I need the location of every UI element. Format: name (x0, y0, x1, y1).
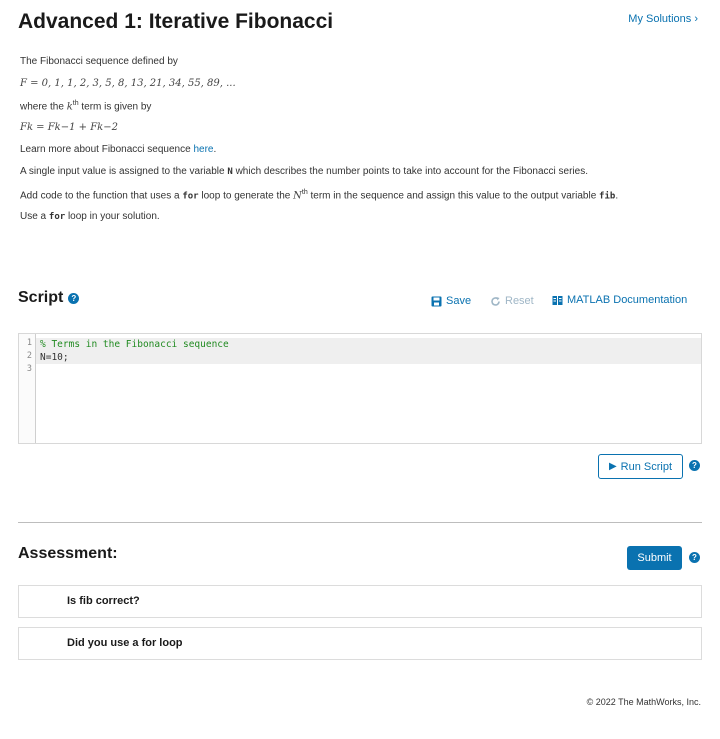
my-solutions-label: My Solutions (628, 13, 692, 25)
sequence-formula: F = 0, 1, 1, 2, 3, 5, 8, 13, 21, 34, 55,… (20, 78, 236, 89)
run-script-button[interactable]: ▶ Run Script (598, 454, 683, 479)
save-label: Save (446, 295, 472, 307)
my-solutions-link[interactable]: My Solutions › (628, 13, 698, 25)
add-mid: loop to generate the (201, 190, 291, 202)
fib-variable: fib (599, 191, 616, 202)
help-icon[interactable]: ? (689, 460, 700, 471)
section-divider (18, 522, 702, 523)
code-line[interactable]: N=10; (36, 351, 701, 364)
kth-term-text: where the kth term is given by (20, 100, 151, 112)
test-label: Is fib correct? (67, 595, 140, 607)
page-title: Advanced 1: Iterative Fibonacci (18, 10, 334, 33)
input-description: A single input value is assigned to the … (20, 166, 588, 177)
input-prefix: A single input value is assigned to the … (20, 166, 225, 177)
copyright-text: © 2022 The MathWorks, Inc. (586, 697, 701, 707)
documentation-label: MATLAB Documentation (567, 294, 688, 306)
help-icon[interactable]: ? (68, 292, 80, 304)
help-icon[interactable]: ? (689, 552, 700, 563)
input-variable: N (227, 167, 233, 177)
add-end: . (615, 190, 619, 202)
reset-label: Reset (505, 295, 534, 307)
for-keyword: for (182, 191, 199, 202)
matlab-documentation-button[interactable]: MATLAB Documentation (552, 294, 687, 306)
line-number: 2 (26, 351, 32, 361)
chevron-right-icon: › (694, 13, 698, 25)
for-keyword-2: for (48, 212, 66, 222)
line-number-gutter: 1 2 3 (19, 334, 36, 443)
line-number: 1 (26, 338, 32, 348)
n-variable: N (293, 190, 302, 202)
description-intro: The Fibonacci sequence defined by (20, 56, 178, 67)
test-label: Did you use a for loop (67, 637, 183, 649)
fibonacci-here-link[interactable]: here (193, 144, 213, 155)
save-icon (431, 296, 442, 306)
kth-prefix: where the (20, 101, 64, 113)
th-superscript: th (72, 100, 79, 107)
learn-prefix: Learn more about Fibonacci sequence (20, 144, 191, 155)
code-line[interactable]: % Terms in the Fibonacci sequence (36, 338, 701, 351)
recurrence-formula: Fk = Fk−1 + Fk−2 (20, 122, 118, 133)
assessment-title: Assessment: (18, 545, 118, 562)
reset-button[interactable]: Reset (490, 295, 534, 307)
learn-suffix: . (213, 144, 217, 155)
test-item-fib-correct[interactable]: Is fib correct? (18, 585, 702, 618)
recurrence-text: Fk = Fk−1 + Fk−2 (20, 122, 118, 133)
use-suffix: loop in your solution. (67, 211, 160, 222)
script-header: Script ? (18, 289, 80, 307)
reset-icon (491, 296, 500, 306)
script-title: Script (18, 289, 64, 306)
submit-button[interactable]: Submit (627, 546, 682, 570)
line-number: 3 (26, 364, 32, 374)
save-button[interactable]: Save (431, 295, 471, 307)
use-for-text: Use a for loop in your solution. (20, 211, 160, 222)
play-icon: ▶ (608, 461, 617, 472)
task-description: Add code to the function that uses a for… (20, 189, 618, 201)
submit-label: Submit (637, 552, 672, 564)
nth-superscript: th (301, 189, 308, 196)
add-mid2: term in the sequence and assign this val… (310, 190, 597, 202)
run-script-label: Run Script (620, 460, 673, 473)
learn-more-text: Learn more about Fibonacci sequence here… (20, 144, 216, 155)
kth-suffix: term is given by (81, 101, 152, 113)
add-prefix: Add code to the function that uses a (20, 190, 180, 202)
test-item-for-loop[interactable]: Did you use a for loop (18, 627, 702, 660)
code-line[interactable] (36, 364, 701, 377)
documentation-icon (552, 295, 563, 305)
code-editor[interactable]: 1 2 3 % Terms in the Fibonacci sequence … (18, 333, 702, 444)
input-suffix: which describes the number points to tak… (235, 166, 588, 177)
use-prefix: Use a (20, 211, 47, 222)
